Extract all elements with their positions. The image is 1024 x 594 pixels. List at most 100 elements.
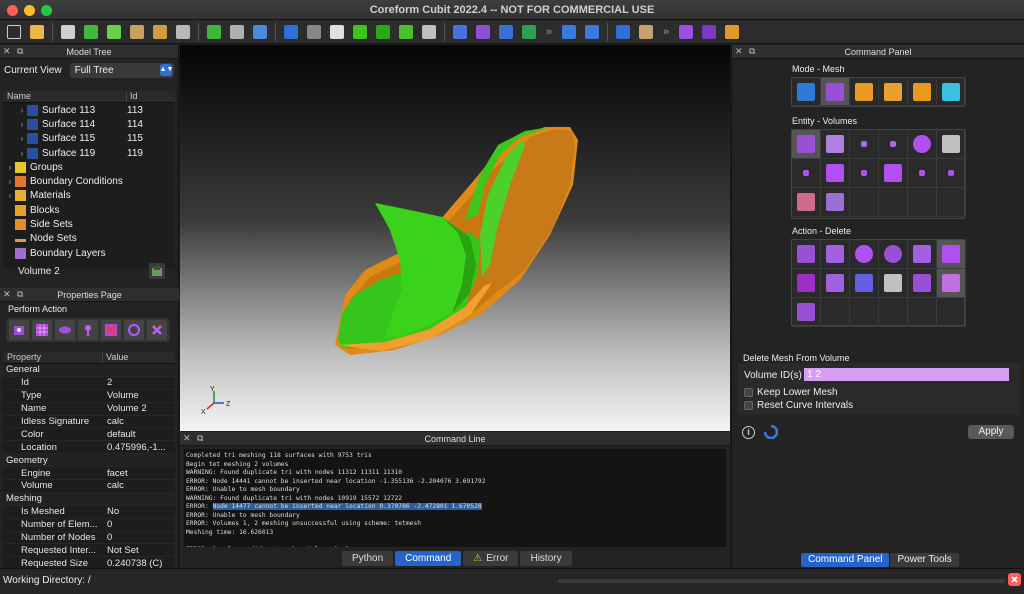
property-group[interactable]: Meshing	[3, 492, 175, 506]
geometry-icon[interactable]	[396, 22, 416, 42]
tab-command[interactable]: Command	[395, 551, 462, 566]
brush-button[interactable]	[879, 269, 908, 298]
dots-grid-button[interactable]	[821, 240, 850, 269]
green-cube-icon[interactable]	[350, 22, 370, 42]
script-icon[interactable]	[150, 22, 170, 42]
tree-row-surface[interactable]: › Surface 114 114	[3, 117, 175, 131]
vertex-button[interactable]	[879, 130, 908, 159]
minimize-window-button[interactable]	[24, 5, 35, 16]
globe-icon[interactable]	[613, 22, 633, 42]
axis-icon[interactable]	[450, 22, 470, 42]
zoom-out-icon[interactable]	[582, 22, 602, 42]
bar-button[interactable]	[879, 78, 908, 106]
close-window-button[interactable]	[7, 5, 18, 16]
current-view-select[interactable]: Full Tree ▲▼	[69, 62, 174, 78]
reset-curve-intervals-row[interactable]: Reset Curve Intervals	[744, 400, 853, 411]
dock-controls[interactable]: ✕ ⧉	[3, 289, 25, 300]
green-vertex-icon[interactable]	[104, 22, 124, 42]
star-icon[interactable]	[676, 22, 696, 42]
quad-button[interactable]	[850, 159, 879, 188]
mesh-action-icon[interactable]	[32, 320, 52, 340]
refresh-icon[interactable]	[519, 22, 539, 42]
property-row[interactable]: Name Volume 2	[3, 403, 175, 416]
tree-row-group[interactable]: Node Sets	[3, 232, 175, 246]
edge-button[interactable]	[908, 159, 937, 188]
dock-controls[interactable]: ✕ ⧉	[183, 433, 205, 444]
journal-icon[interactable]	[127, 22, 147, 42]
toolbar-overflow-chevron-icon[interactable]: »	[542, 26, 556, 38]
dock-controls[interactable]: ✕ ⧉	[735, 46, 757, 57]
zoom-in-icon[interactable]	[559, 22, 579, 42]
layered-cube-button[interactable]	[908, 269, 937, 298]
mesh-mode-button[interactable]	[821, 78, 850, 106]
grid-button[interactable]	[937, 130, 966, 159]
pyramid-button[interactable]	[879, 159, 908, 188]
tree-row-group[interactable]: › Materials	[3, 189, 175, 203]
tree-row-group[interactable]: › Boundary Conditions	[3, 174, 175, 188]
tree-row-surface[interactable]: › Surface 113 113	[3, 103, 175, 117]
save-icon[interactable]	[58, 22, 78, 42]
tet-button[interactable]	[821, 159, 850, 188]
tree-row-group[interactable]: Boundary Layers	[3, 246, 175, 260]
graphics-viewport[interactable]: Y Z X	[180, 45, 730, 431]
group-spheres-button[interactable]	[908, 130, 937, 159]
command-output[interactable]: Completed tri meshing 118 surfaces with …	[184, 449, 726, 547]
property-row[interactable]: Color default	[3, 428, 175, 442]
toolbar-overflow-chevron-icon[interactable]: »	[659, 26, 673, 38]
draw-action-icon[interactable]	[9, 320, 29, 340]
tab-power-tools[interactable]: Power Tools	[890, 553, 959, 567]
refresh-action-icon[interactable]	[124, 320, 144, 340]
sphere-icon[interactable]	[204, 22, 224, 42]
shaded-cube-icon[interactable]	[373, 22, 393, 42]
tree-row-surface[interactable]: › Surface 115 115	[3, 132, 175, 146]
property-row[interactable]: Type Volume	[3, 390, 175, 403]
dock-controls[interactable]: ✕ ⧉	[3, 46, 25, 57]
hex-grid-button[interactable]	[821, 188, 850, 217]
mesh-cube-icon[interactable]	[419, 22, 439, 42]
tab-command-panel[interactable]: Command Panel	[801, 553, 890, 567]
property-group[interactable]: Geometry	[3, 454, 175, 468]
copy-button[interactable]	[908, 240, 937, 269]
property-row[interactable]: Idless Signature calc	[3, 416, 175, 429]
hidden-cube-icon[interactable]	[327, 22, 347, 42]
property-group[interactable]: General	[3, 364, 175, 377]
keep-lower-mesh-checkbox[interactable]	[744, 388, 753, 397]
surface-mesh-button[interactable]	[821, 130, 850, 159]
probe-action-icon[interactable]	[78, 320, 98, 340]
keep-lower-mesh-row[interactable]: Keep Lower Mesh	[744, 387, 838, 398]
property-row[interactable]: Requested Size 0.240738 (C)	[3, 557, 175, 568]
spray-icon[interactable]	[227, 22, 247, 42]
gradient-button[interactable]	[937, 78, 966, 106]
geometry-mode-button[interactable]	[792, 78, 821, 106]
delete-mesh-action-icon[interactable]	[101, 320, 121, 340]
error-indicator-icon[interactable]	[1008, 573, 1021, 586]
property-row[interactable]: Engine facet	[3, 467, 175, 481]
property-row[interactable]: Id 2	[3, 377, 175, 390]
polygon-icon[interactable]	[699, 22, 719, 42]
locate-icon[interactable]	[149, 263, 165, 279]
node-dots-button[interactable]	[937, 159, 966, 188]
close-action-icon[interactable]	[147, 320, 167, 340]
tree-row-group[interactable]: Side Sets	[3, 217, 175, 231]
solid-cube-button[interactable]	[792, 269, 821, 298]
tube-button[interactable]	[792, 188, 821, 217]
tree-col-id[interactable]: Id	[127, 91, 138, 102]
wireframe-cube-icon[interactable]	[304, 22, 324, 42]
mesh-cube-orange-button[interactable]	[850, 78, 879, 106]
property-row[interactable]: Location 0.475996,-1...	[3, 441, 175, 455]
chevron-right-icon[interactable]: ›	[17, 106, 27, 115]
tree-col-name[interactable]: Name	[3, 91, 127, 102]
tree-row-surface[interactable]: › Surface 119 119	[3, 146, 175, 160]
probe-button[interactable]	[850, 240, 879, 269]
run-script-icon[interactable]	[173, 22, 193, 42]
properties-col-property[interactable]: Property	[3, 352, 103, 363]
mesh-grid-button[interactable]	[792, 298, 821, 327]
property-row[interactable]: Is Meshed No	[3, 506, 175, 519]
info-icon[interactable]: i	[742, 426, 755, 439]
tab-python[interactable]: Python	[342, 551, 394, 566]
tree-row-group[interactable]: Blocks	[3, 203, 175, 217]
circle-view-icon[interactable]	[250, 22, 270, 42]
check-icon[interactable]	[81, 22, 101, 42]
reset-curve-intervals-checkbox[interactable]	[744, 401, 753, 410]
property-row[interactable]: Volume calc	[3, 480, 175, 493]
